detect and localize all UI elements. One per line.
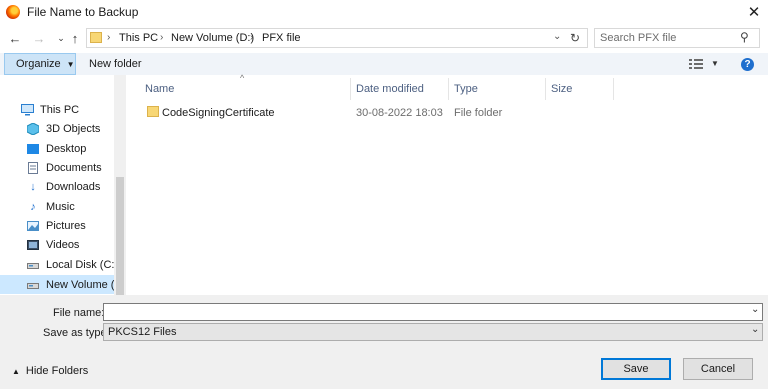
chevron-down-icon: ⌄	[751, 304, 760, 315]
save-button[interactable]: Save	[601, 358, 671, 380]
column-header-name[interactable]: Name	[145, 83, 174, 95]
column-divider	[613, 78, 614, 100]
file-name-dropdown-button[interactable]: ⌄	[751, 304, 759, 315]
cube-icon	[26, 122, 40, 136]
file-name-value	[104, 304, 108, 316]
file-name-label: File name:	[53, 307, 105, 319]
nav-item-label: Desktop	[46, 142, 87, 155]
drive-icon	[26, 258, 40, 272]
chevron-right-icon: ›	[250, 32, 254, 43]
firefox-icon	[6, 5, 20, 19]
save-as-type-value: PKCS12 Files	[108, 326, 177, 338]
caret-down-icon: ▼	[711, 59, 719, 68]
nav-item-videos[interactable]: Videos	[26, 235, 79, 254]
sort-ascending-icon: ^	[240, 73, 245, 83]
window-title: File Name to Backup	[27, 5, 139, 19]
organize-label: Organize	[16, 58, 61, 70]
nav-item-label: 3D Objects	[46, 122, 101, 135]
help-icon: ?	[744, 59, 751, 70]
details-view-icon	[689, 59, 703, 69]
column-header-date-modified[interactable]: Date modified	[356, 83, 424, 95]
music-icon: ♪	[30, 200, 36, 213]
nav-item-label: Local Disk (C:)	[46, 258, 119, 271]
nav-item-label: Downloads	[46, 180, 101, 193]
save-as-type-label: Save as type:	[43, 327, 110, 339]
arrow-left-icon: ←	[8, 30, 22, 46]
breadcrumb-pfx-file[interactable]: PFX file	[262, 32, 301, 44]
arrow-right-icon: →	[32, 30, 46, 46]
nav-item-this-pc[interactable]: This PC	[20, 100, 79, 119]
monitor-icon	[20, 103, 34, 117]
folder-icon	[147, 106, 159, 117]
file-name-input[interactable]	[103, 303, 763, 321]
column-header-size[interactable]: Size	[551, 83, 572, 95]
download-icon: ↓	[30, 180, 36, 193]
chevron-down-icon: ⌄	[57, 32, 65, 43]
nav-item-downloads[interactable]: ↓ Downloads	[26, 177, 100, 196]
caret-down-icon: ▼	[66, 59, 75, 69]
address-dropdown-button[interactable]: ⌄	[553, 31, 561, 42]
back-button[interactable]: ←	[6, 28, 24, 48]
drive-icon	[26, 278, 40, 292]
nav-scrollbar-thumb[interactable]	[116, 177, 124, 295]
save-as-type-select[interactable]: PKCS12 Files	[103, 323, 763, 341]
refresh-icon: ↻	[570, 31, 581, 45]
close-icon: ✕	[747, 4, 761, 21]
chevron-down-icon: ⌄	[553, 31, 562, 42]
nav-item-new-volume-d[interactable]: New Volume (D:	[26, 275, 125, 294]
view-dropdown-button[interactable]: ▼	[711, 59, 719, 68]
column-divider	[448, 78, 449, 100]
nav-item-3d-objects[interactable]: 3D Objects	[26, 119, 100, 138]
nav-item-label: Pictures	[46, 219, 86, 232]
forward-button[interactable]: →	[30, 28, 48, 48]
search-placeholder: Search PFX file	[600, 32, 677, 44]
breadcrumb-new-volume[interactable]: New Volume (D:)	[171, 32, 254, 44]
organize-button[interactable]: Organize ▼	[4, 53, 76, 75]
column-divider	[545, 78, 546, 100]
refresh-button[interactable]: ↻	[570, 31, 580, 45]
close-button[interactable]: ✕	[740, 0, 768, 24]
desktop-icon	[26, 142, 40, 156]
nav-item-local-disk-c[interactable]: Local Disk (C:)	[26, 255, 118, 274]
document-icon	[26, 161, 40, 175]
help-button[interactable]: ?	[741, 58, 754, 71]
hide-folders-button[interactable]: ▲ Hide Folders	[12, 365, 88, 377]
file-name-cell: CodeSigningCertificate	[162, 107, 275, 119]
nav-item-music[interactable]: ♪ Music	[26, 197, 75, 216]
new-folder-button[interactable]: New folder	[89, 58, 142, 70]
column-divider	[350, 78, 351, 100]
nav-item-label: Music	[46, 200, 75, 213]
chevron-down-icon[interactable]: ⌄	[751, 324, 759, 335]
search-icon[interactable]: ⚲	[740, 30, 749, 44]
column-header-type[interactable]: Type	[454, 83, 478, 95]
nav-item-desktop[interactable]: Desktop	[26, 139, 86, 158]
picture-icon	[26, 219, 40, 233]
nav-item-label: Videos	[46, 238, 80, 251]
cancel-button[interactable]: Cancel	[683, 358, 753, 380]
up-button[interactable]: ↑	[66, 28, 84, 48]
cancel-button-label: Cancel	[700, 363, 736, 375]
chevron-right-icon: ›	[107, 32, 111, 43]
nav-item-label: Documents	[46, 161, 102, 174]
arrow-up-icon: ↑	[71, 30, 79, 46]
video-icon	[26, 238, 40, 252]
breadcrumb-this-pc[interactable]: This PC	[119, 32, 158, 44]
nav-item-documents[interactable]: Documents	[26, 158, 102, 177]
folder-icon	[90, 32, 102, 43]
hide-folders-label: Hide Folders	[25, 365, 89, 377]
caret-up-icon: ▲	[12, 366, 20, 376]
file-type-cell: File folder	[454, 107, 503, 119]
nav-item-label: This PC	[40, 103, 80, 116]
view-options-button[interactable]	[689, 59, 703, 69]
file-date-cell: 30-08-2022 18:03	[356, 107, 443, 119]
nav-item-pictures[interactable]: Pictures	[26, 216, 86, 235]
save-button-label: Save	[623, 363, 649, 375]
chevron-right-icon: ›	[160, 32, 164, 43]
